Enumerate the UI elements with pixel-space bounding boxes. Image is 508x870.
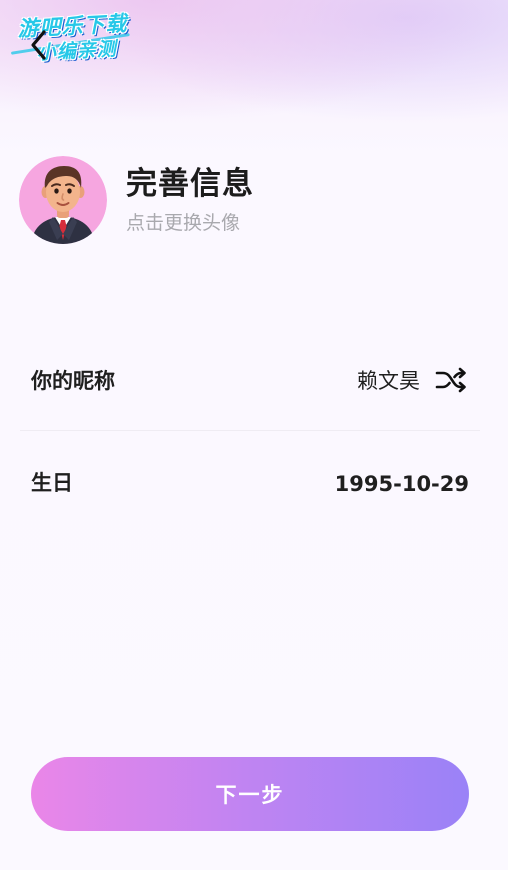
back-button[interactable]: [26, 28, 54, 62]
nickname-label: 你的昵称: [31, 369, 115, 393]
birthday-row[interactable]: 生日 1995-10-29: [20, 432, 480, 532]
shuffle-icon: [435, 367, 466, 393]
chevron-left-icon: [31, 30, 46, 60]
change-avatar-hint[interactable]: 点击更换头像: [126, 208, 240, 235]
birthday-label: 生日: [31, 471, 73, 495]
page: 游吧乐下载 小编亲测 完善信息 点击更换头像 你的昵称 赖文昊 生日 1995-…: [0, 0, 508, 870]
nickname-row: 你的昵称 赖文昊: [20, 330, 480, 431]
next-step-button[interactable]: 下一步: [31, 757, 469, 831]
profile-header: 完善信息 点击更换头像: [19, 156, 479, 246]
birthday-value[interactable]: 1995-10-29: [335, 472, 469, 496]
shuffle-nickname-button[interactable]: [434, 366, 468, 394]
avatar-image: [19, 156, 107, 244]
page-title: 完善信息: [126, 166, 254, 202]
avatar[interactable]: [19, 156, 107, 244]
nickname-value[interactable]: 赖文昊: [357, 365, 420, 395]
